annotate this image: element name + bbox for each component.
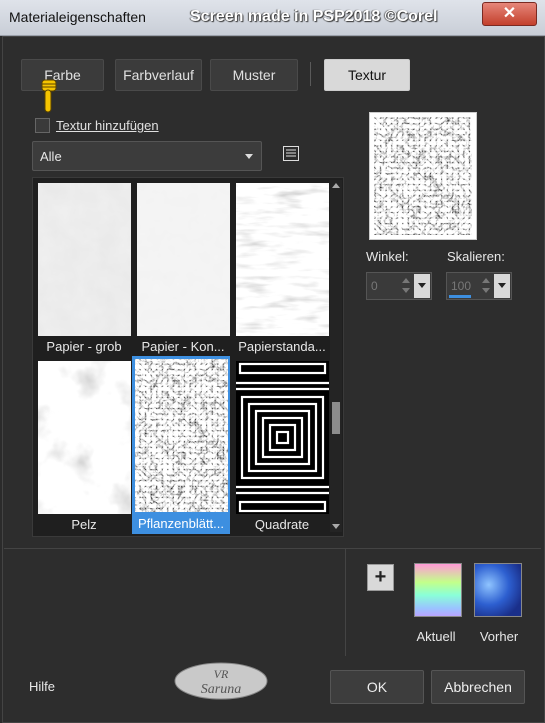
screen-watermark: Screen made in PSP2018 ©Corel (190, 8, 438, 25)
texture-thumbnail (137, 183, 230, 336)
title-bar: Materialeigenschaften Screen made in PSP… (0, 0, 545, 36)
scale-dropdown-button[interactable] (494, 274, 510, 298)
texture-label: Papier - grob (46, 339, 122, 354)
texture-item[interactable]: Pelz (35, 358, 133, 534)
add-texture-label: Textur hinzufügen (56, 118, 159, 133)
scroll-up-icon[interactable] (332, 183, 340, 188)
previous-material-swatch[interactable] (474, 563, 522, 617)
current-swatch-label: Aktuell (416, 629, 456, 644)
texture-item[interactable]: Papierstanda... (233, 180, 331, 356)
pointing-hand-icon (38, 78, 60, 121)
tab-separator (310, 62, 311, 86)
texture-item[interactable]: Quadrate (233, 358, 331, 534)
angle-label: Winkel: (366, 249, 409, 264)
logo-top-text: VR (214, 667, 229, 681)
close-button[interactable]: ✕ (482, 2, 537, 26)
texture-grid: Papier - grob Papier - Kon... Papierstan… (32, 177, 344, 537)
texture-label: Quadrate (254, 517, 310, 532)
texture-thumbnail (38, 361, 131, 514)
cancel-button[interactable]: Abbrechen (431, 670, 525, 704)
texture-thumbnail (135, 359, 228, 512)
texture-preview-image (374, 117, 472, 235)
chevron-down-icon (245, 154, 253, 159)
previous-swatch-label: Vorher (479, 629, 519, 644)
texture-label: Papierstanda... (238, 339, 326, 354)
scale-value: 100 (451, 279, 472, 293)
scale-spinner[interactable]: 100 (446, 272, 512, 300)
texture-item[interactable]: Papier - grob (35, 180, 133, 356)
author-logo: VR Saruna (173, 661, 269, 706)
texture-label: Pflanzenblätt... (138, 516, 224, 531)
texture-thumbnail (236, 361, 329, 514)
current-material-swatch[interactable] (414, 563, 462, 617)
scroll-thumb[interactable] (332, 402, 340, 434)
texture-label: Papier - Kon... (141, 339, 225, 354)
window-title: Materialeigenschaften (9, 9, 146, 25)
add-texture-label-text: Textur hinzufügen (56, 118, 159, 133)
category-select-value: Alle (40, 149, 62, 164)
texture-item-selected[interactable]: Pflanzenblätt... (132, 356, 230, 534)
scale-slider[interactable] (449, 295, 471, 298)
scroll-down-icon[interactable] (332, 524, 340, 529)
stepper-arrows-icon[interactable] (481, 276, 491, 296)
add-texture-checkbox[interactable] (35, 118, 50, 133)
texture-preview (369, 112, 477, 240)
texture-label: Pelz (71, 517, 97, 532)
texture-thumbnail (38, 183, 131, 336)
angle-spinner[interactable]: 0 (366, 272, 432, 300)
category-select[interactable]: Alle (32, 141, 262, 171)
add-swatch-button[interactable]: + (367, 564, 394, 591)
tab-muster[interactable]: Muster (210, 59, 298, 91)
angle-dropdown-button[interactable] (414, 274, 430, 298)
ok-button[interactable]: OK (330, 670, 424, 704)
texture-thumbnail (236, 183, 329, 336)
tab-farbverlauf[interactable]: Farbverlauf (115, 59, 202, 91)
help-link[interactable]: Hilfe (29, 679, 55, 694)
tab-textur[interactable]: Textur (324, 59, 410, 91)
angle-value: 0 (371, 279, 378, 293)
logo-bottom-text: Saruna (201, 682, 241, 697)
section-divider (345, 548, 346, 656)
stepper-arrows-icon[interactable] (401, 276, 411, 296)
texture-item[interactable]: Papier - Kon... (134, 180, 232, 356)
tab-farbe[interactable]: Farbe (21, 59, 104, 91)
section-divider (4, 548, 541, 549)
scale-label: Skalieren: (447, 249, 505, 264)
texture-scrollbar[interactable] (330, 180, 342, 532)
browse-folder-icon[interactable] (283, 146, 299, 166)
